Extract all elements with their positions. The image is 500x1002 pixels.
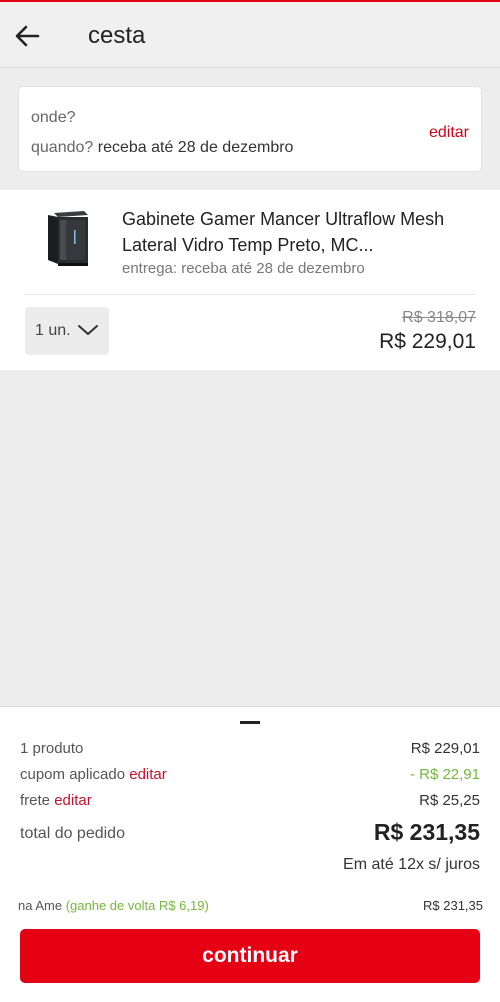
ame-payment-row: na Ame (ganhe de volta R$ 6,19) R$ 231,3…	[18, 898, 483, 913]
products-subtotal: R$ 229,01	[410, 740, 480, 757]
delivery-where-label: onde?	[31, 109, 76, 126]
delivery-when-label: quando?	[31, 139, 94, 156]
ame-total: R$ 231,35	[423, 898, 483, 913]
edit-coupon-link[interactable]: editar	[129, 766, 167, 783]
chevron-down-icon	[78, 325, 98, 335]
original-price: R$ 318,07	[402, 309, 476, 326]
order-summary-panel: 1 produto R$ 229,01 cupom aplicado edita…	[0, 706, 500, 1002]
shipping-label: frete	[20, 792, 51, 809]
current-price: R$ 229,01	[379, 330, 476, 353]
edit-shipping-link[interactable]: editar	[54, 792, 92, 809]
product-image[interactable]	[46, 210, 90, 268]
order-total-value: R$ 231,35	[373, 819, 480, 845]
continue-button[interactable]: continuar	[20, 929, 480, 983]
delivery-when-row: quando? receba até 28 de dezembro	[31, 139, 293, 157]
delivery-info-card: onde? quando? receba até 28 de dezembro …	[18, 86, 482, 172]
delivery-when-value: receba até 28 de dezembro	[97, 139, 294, 156]
shipping-cost: R$ 25,25	[419, 792, 480, 809]
product-delivery-estimate: entrega: receba até 28 de dezembro	[122, 260, 365, 277]
back-arrow-icon[interactable]	[14, 24, 40, 48]
summary-row-coupon: cupom aplicado editar - R$ 22,91	[20, 766, 480, 783]
products-count-label: 1 produto	[20, 740, 84, 757]
installments-info: Em até 12x s/ juros	[343, 856, 480, 873]
quantity-value: 1 un.	[35, 322, 71, 339]
cart-product-card: Gabinete Gamer Mancer Ultraflow Mesh Lat…	[0, 190, 500, 370]
summary-row-shipping: frete editar R$ 25,25	[20, 792, 480, 809]
app-header: cesta	[0, 2, 500, 68]
coupon-label: cupom aplicado	[20, 766, 126, 783]
ame-label: na Ame	[18, 898, 63, 913]
drag-handle[interactable]	[240, 721, 260, 724]
product-name[interactable]: Gabinete Gamer Mancer Ultraflow Mesh Lat…	[122, 206, 452, 258]
summary-row-products: 1 produto R$ 229,01	[20, 740, 480, 757]
divider	[24, 294, 476, 295]
quantity-select[interactable]: 1 un.	[25, 307, 109, 355]
edit-delivery-link[interactable]: editar	[429, 124, 469, 142]
order-total-label: total do pedido	[20, 825, 125, 842]
page-title: cesta	[88, 22, 146, 49]
ame-cashback: (ganhe de volta R$ 6,19)	[65, 898, 209, 913]
coupon-discount: - R$ 22,91	[409, 766, 480, 783]
